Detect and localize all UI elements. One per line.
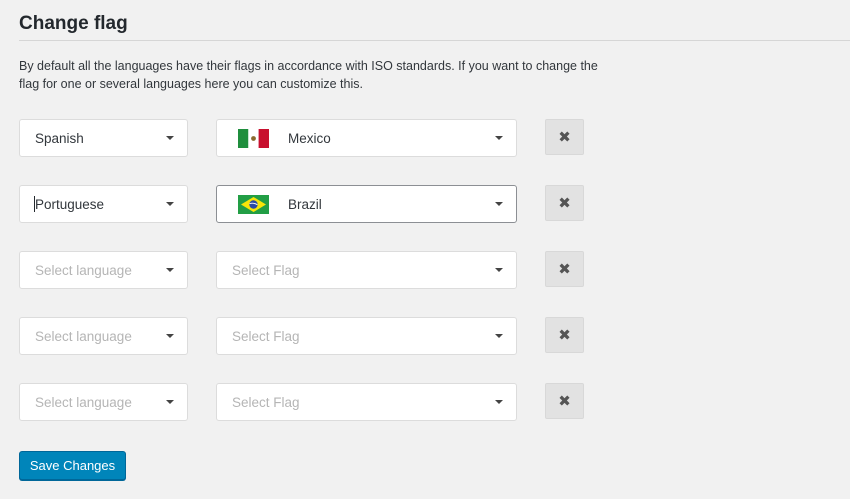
- flag-row: Spanish Mexico ✖: [0, 119, 850, 157]
- remove-row-button[interactable]: ✖: [545, 317, 584, 353]
- language-select[interactable]: Portuguese: [19, 185, 188, 223]
- flag-row: Select language Select Flag ✖: [0, 251, 850, 289]
- flag-placeholder: Select Flag: [232, 263, 300, 278]
- language-placeholder: Select language: [35, 329, 132, 344]
- language-select[interactable]: Spanish: [19, 119, 188, 157]
- caret-down-icon: [166, 400, 174, 404]
- flag-value: Brazil: [288, 197, 322, 212]
- flag-row: Portuguese Brazil ✖: [0, 185, 850, 223]
- close-icon: ✖: [558, 195, 571, 212]
- flag-placeholder: Select Flag: [232, 395, 300, 410]
- flag-select[interactable]: Brazil: [216, 185, 517, 223]
- close-icon: ✖: [558, 261, 571, 278]
- language-placeholder: Select language: [35, 395, 132, 410]
- caret-down-icon: [166, 202, 174, 206]
- flag-row: Select language Select Flag ✖: [0, 317, 850, 355]
- caret-down-icon: [166, 136, 174, 140]
- language-select[interactable]: Select language: [19, 317, 188, 355]
- flag-value: Mexico: [288, 131, 331, 146]
- save-changes-button[interactable]: Save Changes: [19, 451, 126, 480]
- close-icon: ✖: [558, 129, 571, 146]
- close-icon: ✖: [558, 393, 571, 410]
- language-placeholder: Select language: [35, 263, 132, 278]
- language-select[interactable]: Select language: [19, 251, 188, 289]
- caret-down-icon: [495, 136, 503, 140]
- title-divider: [19, 40, 850, 41]
- close-icon: ✖: [558, 327, 571, 344]
- flag-row: Select language Select Flag ✖: [0, 383, 850, 421]
- caret-down-icon: [495, 400, 503, 404]
- caret-down-icon: [166, 334, 174, 338]
- language-value: Spanish: [35, 131, 84, 146]
- flag-placeholder: Select Flag: [232, 329, 300, 344]
- flag-select[interactable]: Select Flag: [216, 383, 517, 421]
- flag-select[interactable]: Select Flag: [216, 251, 517, 289]
- page-description: By default all the languages have their …: [19, 59, 598, 91]
- remove-row-button[interactable]: ✖: [545, 119, 584, 155]
- language-value: Portuguese: [35, 197, 105, 212]
- remove-row-button[interactable]: ✖: [545, 185, 584, 221]
- caret-down-icon: [495, 268, 503, 272]
- brazil-flag-icon: [238, 195, 269, 214]
- language-select[interactable]: Select language: [19, 383, 188, 421]
- page-title: Change flag: [19, 13, 128, 34]
- remove-row-button[interactable]: ✖: [545, 383, 584, 419]
- caret-down-icon: [495, 334, 503, 338]
- flag-select[interactable]: Mexico: [216, 119, 517, 157]
- caret-down-icon: [495, 202, 503, 206]
- mexico-flag-icon: [238, 129, 269, 148]
- remove-row-button[interactable]: ✖: [545, 251, 584, 287]
- flag-select[interactable]: Select Flag: [216, 317, 517, 355]
- caret-down-icon: [166, 268, 174, 272]
